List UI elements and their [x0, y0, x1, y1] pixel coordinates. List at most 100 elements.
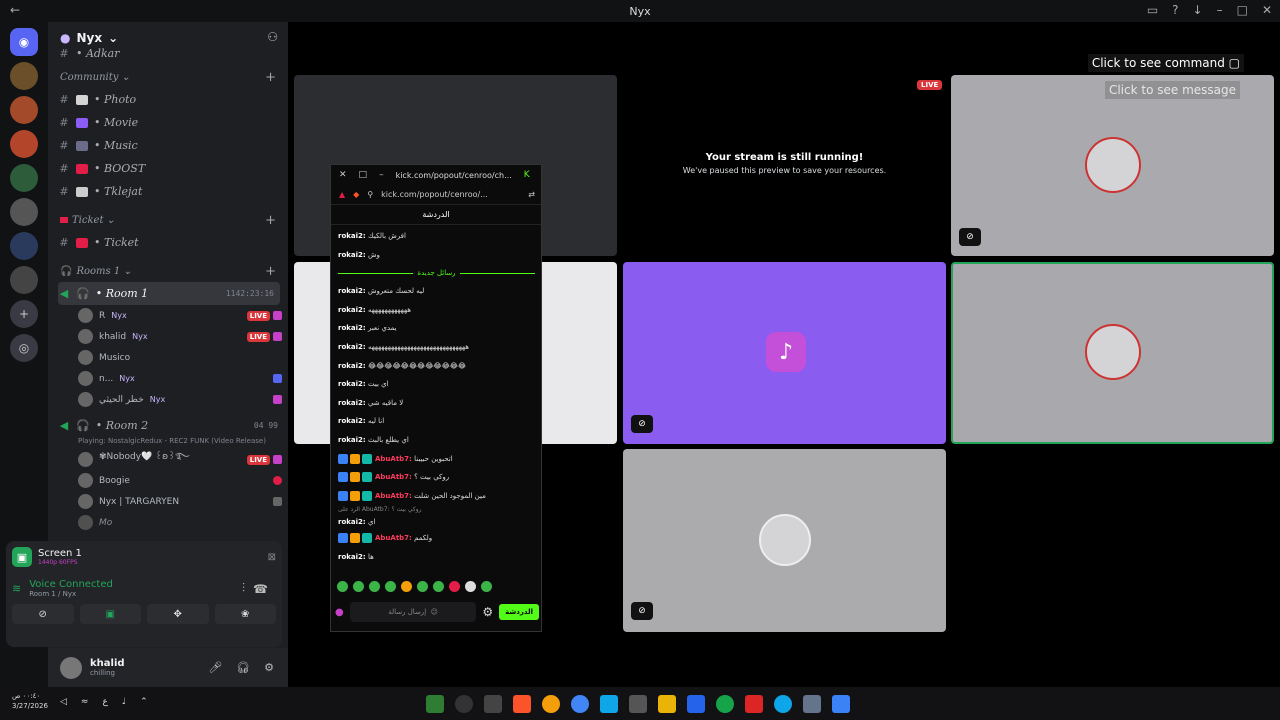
voice-user[interactable]: Mo — [58, 512, 288, 533]
channel-tklejat[interactable]: # • Tklejat — [58, 180, 288, 203]
reply-reference[interactable]: الرد على AbuAtb7: روكي بيت ؟ — [338, 505, 535, 515]
chat-username[interactable]: rokai2: — [338, 553, 366, 561]
minimize-button[interactable]: – — [1217, 3, 1223, 17]
app-icon[interactable] — [629, 695, 647, 713]
store-icon[interactable] — [687, 695, 705, 713]
chat-username[interactable]: rokai2: — [338, 362, 366, 370]
chat-username[interactable]: rokai2: — [338, 399, 366, 407]
user-tile[interactable]: ⊘ — [623, 449, 946, 632]
emote-icon[interactable] — [481, 581, 492, 592]
chat-username[interactable]: AbuAtb7: — [375, 534, 412, 542]
minimize-icon[interactable]: – — [379, 170, 384, 180]
chevron-up-icon[interactable]: ⌃ — [140, 697, 148, 707]
voice-user[interactable]: Nyx | TARGARYEN — [58, 491, 288, 512]
app-icon[interactable] — [484, 695, 502, 713]
user-tile[interactable]: ⊘ — [951, 75, 1274, 256]
command-tooltip[interactable]: Click to see command ▢ — [1087, 54, 1244, 72]
close-button[interactable]: ✕ — [1262, 3, 1272, 17]
emote-icon[interactable] — [433, 581, 444, 592]
screen-share-button[interactable]: ▣ — [79, 604, 141, 624]
voice-channel-room1[interactable]: ◀ 🎧 • Room 1 1142:23:16 — [58, 282, 280, 305]
language-indicator[interactable]: ع — [102, 697, 107, 707]
channel-music[interactable]: # • Music — [58, 134, 288, 157]
emote-icon[interactable] — [449, 581, 460, 592]
discord-home-icon[interactable]: ◉ — [10, 28, 38, 56]
voice-user[interactable]: Musico — [58, 347, 288, 368]
gear-icon[interactable]: ⚙ — [482, 605, 493, 619]
chat-username[interactable]: rokai2: — [338, 287, 366, 295]
chat-username[interactable]: rokai2: — [338, 380, 366, 388]
chat-username[interactable]: AbuAtb7: — [375, 455, 412, 463]
chat-input[interactable]: إرسال رسالة ☺ — [349, 602, 477, 622]
wifi-icon[interactable]: ≈ — [81, 697, 89, 707]
settings-icon[interactable] — [803, 695, 821, 713]
voice-user[interactable]: ✾Nobody🤍 ꒰ʚ꒱࿐ LIVE — [58, 449, 288, 470]
headphones-icon[interactable]: 🎧︎ — [236, 661, 250, 674]
emote-icon[interactable] — [337, 581, 348, 592]
gear-icon[interactable]: ⚙ — [264, 661, 274, 674]
stop-stream-icon[interactable]: ⊠ — [268, 552, 276, 563]
discover-icon[interactable]: ◎ — [10, 334, 38, 362]
avatar[interactable] — [60, 656, 82, 679]
chat-username[interactable]: rokai2: — [338, 251, 366, 259]
emote-icon[interactable] — [465, 581, 476, 592]
camera-off-button[interactable]: ⊘ — [12, 604, 74, 624]
voice-channel-room2[interactable]: ◀ 🎧 • Room 2 04 99 — [58, 414, 288, 437]
netflix-icon[interactable] — [745, 695, 763, 713]
chat-username[interactable]: AbuAtb7: — [375, 473, 412, 481]
edge-icon[interactable] — [774, 695, 792, 713]
category-rooms[interactable]: 🎧 Rooms 1 ⌄ + — [58, 260, 288, 282]
add-channel-icon[interactable]: + — [265, 213, 276, 228]
close-icon[interactable]: ✕ — [339, 170, 347, 180]
server-icon[interactable] — [10, 62, 38, 90]
clock[interactable]: ٠٠:٤٠ ص 3/27/2026 — [12, 691, 48, 711]
microphone-icon[interactable]: ♩ — [122, 697, 126, 707]
send-button[interactable]: الدردشة — [499, 604, 539, 620]
voice-user[interactable]: n... Nyx — [58, 368, 288, 389]
site-info-icon[interactable]: ⚲ — [367, 190, 373, 199]
chat-username[interactable]: AbuAtb7: — [375, 492, 412, 500]
voice-user[interactable]: Boogie — [58, 470, 288, 491]
chat-username[interactable]: rokai2: — [338, 417, 366, 425]
server-icon[interactable] — [10, 266, 38, 294]
chrome-icon[interactable] — [571, 695, 589, 713]
emote-icon[interactable] — [417, 581, 428, 592]
category-ticket[interactable]: Ticket ⌄ + — [58, 209, 288, 231]
emote-icon[interactable] — [385, 581, 396, 592]
activities-button[interactable]: ✥ — [147, 604, 209, 624]
microphone-icon[interactable]: ● — [335, 607, 344, 618]
chat-username[interactable]: rokai2: — [338, 324, 366, 332]
chat-username[interactable]: rokai2: — [338, 518, 366, 526]
volume-icon[interactable]: ◁ — [60, 697, 67, 707]
message-tooltip[interactable]: Click to see message — [1104, 81, 1240, 99]
server-icon[interactable] — [10, 130, 38, 158]
help-icon[interactable]: ? — [1172, 3, 1178, 17]
file-explorer-icon[interactable] — [658, 695, 676, 713]
app-icon[interactable] — [455, 695, 473, 713]
channel-adkar[interactable]: # • Adkar — [58, 46, 288, 60]
minecraft-icon[interactable] — [426, 695, 444, 713]
voice-location[interactable]: Room 1 / Nyx — [29, 590, 113, 598]
microphone-icon[interactable]: 🎤︎ — [208, 661, 222, 674]
voice-user[interactable]: R Nyx LIVE — [58, 305, 288, 326]
maximize-icon[interactable]: □ — [359, 170, 368, 180]
server-icon[interactable] — [10, 164, 38, 192]
user-tile[interactable]: ♪ ⊘ — [623, 262, 946, 444]
maximize-button[interactable]: □ — [1237, 3, 1248, 17]
add-channel-icon[interactable]: + — [265, 70, 276, 85]
app-icon[interactable] — [542, 695, 560, 713]
server-icon[interactable] — [10, 232, 38, 260]
channel-ticket[interactable]: # • Ticket — [58, 231, 288, 254]
xbox-icon[interactable] — [716, 695, 734, 713]
emote-icon[interactable] — [369, 581, 380, 592]
channel-boost[interactable]: # • BOOST — [58, 157, 288, 180]
chat-username[interactable]: rokai2: — [338, 343, 366, 351]
noise-suppression-icon[interactable]: ⫶ — [242, 581, 245, 596]
address-bar[interactable]: ▲ ◆ ⚲ kick.com/popout/cenroo/... ⇄ — [331, 185, 541, 205]
voice-user[interactable]: خطر الحيثي Nyx — [58, 389, 288, 410]
add-channel-icon[interactable]: + — [265, 264, 276, 279]
server-icon[interactable] — [10, 198, 38, 226]
add-server-icon[interactable]: + — [10, 300, 38, 328]
category-community[interactable]: Community ⌄ + — [58, 66, 288, 88]
chat-username[interactable]: rokai2: — [338, 436, 366, 444]
